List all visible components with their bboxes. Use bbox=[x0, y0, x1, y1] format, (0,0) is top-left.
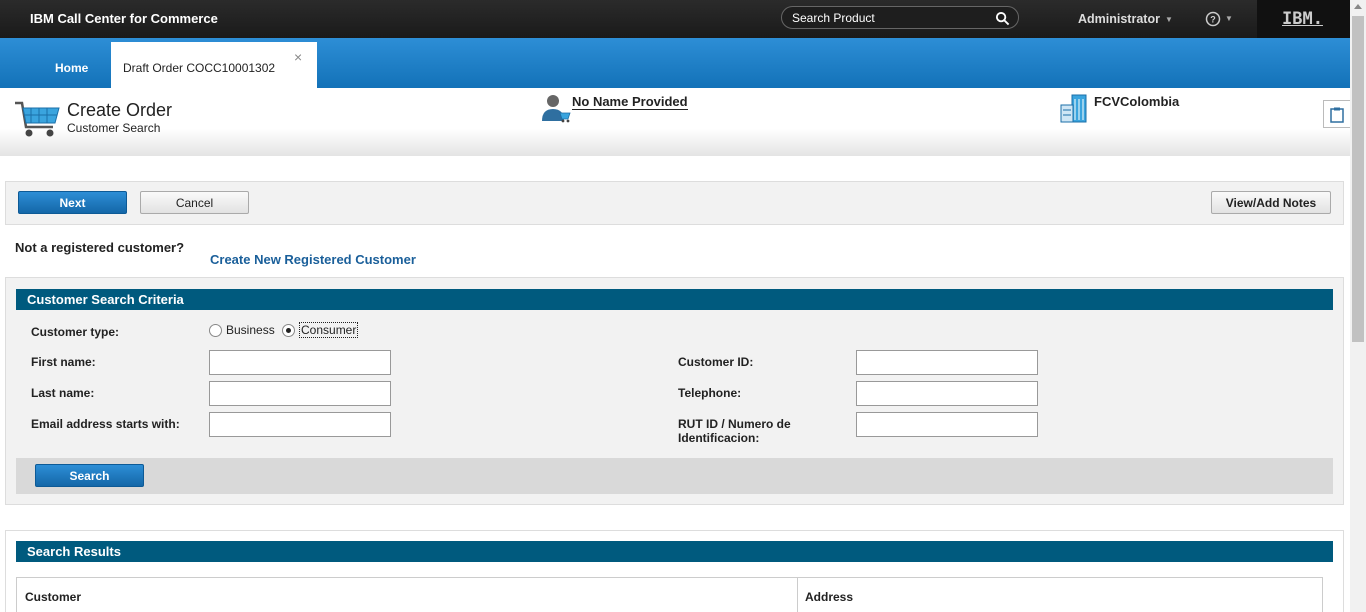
rut-id-label: RUT ID / Numero de Identificacion: bbox=[678, 417, 791, 445]
column-header-customer[interactable]: Customer bbox=[25, 590, 81, 604]
scrollbar-thumb[interactable] bbox=[1352, 16, 1364, 342]
user-name: Administrator bbox=[1078, 12, 1160, 26]
ibm-logo: IBM. bbox=[1282, 9, 1323, 29]
telephone-label: Telephone: bbox=[678, 386, 742, 400]
first-name-field[interactable] bbox=[209, 350, 391, 375]
email-label: Email address starts with: bbox=[31, 417, 180, 431]
side-panel-toggle[interactable] bbox=[1323, 100, 1350, 128]
customer-type-label: Customer type: bbox=[31, 325, 120, 339]
tab-draft-order[interactable]: Draft Order COCC10001302 × bbox=[111, 42, 317, 88]
shopping-cart-icon bbox=[15, 101, 60, 137]
svg-text:?: ? bbox=[1210, 15, 1216, 25]
not-registered-text: Not a registered customer? bbox=[15, 240, 185, 255]
radio-consumer-label: Consumer bbox=[299, 322, 359, 338]
results-section-title: Search Results bbox=[16, 541, 1333, 562]
search-icon[interactable] bbox=[995, 11, 1010, 26]
radio-consumer[interactable]: Consumer bbox=[282, 322, 359, 338]
create-registered-customer-link[interactable]: Create New Registered Customer bbox=[210, 252, 416, 267]
close-icon[interactable]: × bbox=[294, 49, 302, 65]
view-add-notes-button[interactable]: View/Add Notes bbox=[1211, 191, 1331, 214]
app-title: IBM Call Center for Commerce bbox=[30, 11, 218, 26]
last-name-field[interactable] bbox=[209, 381, 391, 406]
radio-business-label: Business bbox=[226, 323, 275, 337]
action-bar: Next Cancel View/Add Notes bbox=[5, 181, 1344, 225]
building-icon bbox=[1060, 94, 1087, 123]
first-name-label: First name: bbox=[31, 355, 96, 369]
scroll-up-arrow-icon[interactable] bbox=[1354, 4, 1362, 9]
radio-button-selected[interactable] bbox=[282, 323, 295, 337]
tab-draft-order-label: Draft Order COCC10001302 bbox=[123, 61, 276, 75]
email-field[interactable] bbox=[209, 412, 391, 437]
cancel-button[interactable]: Cancel bbox=[140, 191, 249, 214]
product-search-input[interactable] bbox=[792, 9, 982, 26]
page-title: Create Order bbox=[67, 100, 173, 120]
ibm-logo-area: IBM. bbox=[1257, 0, 1350, 38]
next-button[interactable]: Next bbox=[18, 191, 127, 214]
chevron-down-icon: ▼ bbox=[1225, 14, 1233, 23]
customer-name-link[interactable]: No Name Provided bbox=[572, 94, 688, 110]
tab-home[interactable]: Home bbox=[55, 61, 88, 75]
results-table-header: Customer Address bbox=[16, 577, 1323, 612]
telephone-field[interactable] bbox=[856, 381, 1038, 406]
organization-name: FCVColombia bbox=[1094, 94, 1180, 109]
radio-business[interactable]: Business bbox=[209, 322, 275, 338]
column-header-address[interactable]: Address bbox=[805, 590, 853, 604]
customer-search-criteria-panel: Customer Search Criteria Customer type: … bbox=[5, 277, 1344, 505]
product-search-box[interactable] bbox=[781, 6, 1019, 29]
clipboard-icon bbox=[1330, 107, 1344, 123]
customer-id-label: Customer ID: bbox=[678, 355, 754, 369]
customer-icon bbox=[542, 95, 571, 123]
rut-id-field[interactable] bbox=[856, 412, 1038, 437]
column-divider bbox=[797, 578, 798, 612]
criteria-section-title: Customer Search Criteria bbox=[16, 289, 1333, 310]
help-menu[interactable]: ? ▼ bbox=[1205, 11, 1233, 27]
page-subtitle: Customer Search bbox=[67, 121, 161, 135]
customer-id-field[interactable] bbox=[856, 350, 1038, 375]
top-bar: IBM Call Center for Commerce Administrat… bbox=[0, 0, 1350, 38]
help-icon: ? bbox=[1205, 11, 1221, 27]
search-button[interactable]: Search bbox=[35, 464, 144, 487]
chevron-down-icon: ▼ bbox=[1164, 15, 1173, 25]
page-scrollbar[interactable] bbox=[1350, 0, 1366, 612]
last-name-label: Last name: bbox=[31, 386, 95, 400]
tab-bar: Home Draft Order COCC10001302 × bbox=[0, 38, 1350, 88]
radio-button[interactable] bbox=[209, 323, 222, 337]
user-menu[interactable]: Administrator ▼ bbox=[1078, 12, 1173, 26]
search-results-panel: Search Results Customer Address bbox=[5, 530, 1344, 612]
order-header: Create Order Customer Search No Name Pro… bbox=[0, 88, 1350, 156]
search-button-strip: Search bbox=[16, 458, 1333, 494]
